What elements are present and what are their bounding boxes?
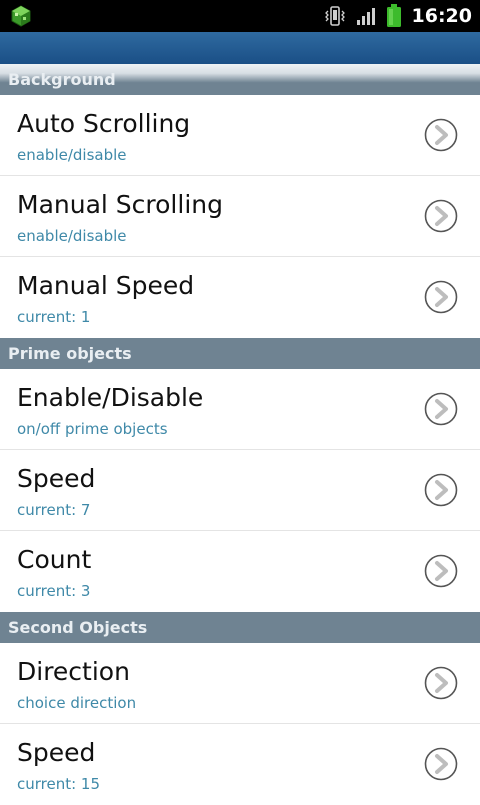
preference-summary: enable/disable bbox=[17, 227, 127, 245]
preference-title: Manual Scrolling bbox=[17, 190, 223, 219]
preference-title: Direction bbox=[17, 657, 130, 686]
app-cube-icon bbox=[11, 5, 31, 27]
preference-title: Speed bbox=[17, 464, 96, 493]
chevron-right-circle-icon bbox=[424, 473, 458, 507]
preference-title: Auto Scrolling bbox=[17, 109, 191, 138]
preference-summary: current: 3 bbox=[17, 582, 91, 600]
preference-summary: current: 15 bbox=[17, 775, 101, 793]
preference-item-direction[interactable]: Direction choice direction bbox=[0, 643, 480, 724]
preference-item-manual-speed[interactable]: Manual Speed current: 1 bbox=[0, 257, 480, 338]
preference-item-prime-speed[interactable]: Speed current: 7 bbox=[0, 450, 480, 531]
status-bar: 16:20 bbox=[0, 0, 480, 32]
signal-icon bbox=[356, 8, 375, 25]
preference-item-count[interactable]: Count current: 3 bbox=[0, 531, 480, 612]
chevron-right-circle-icon bbox=[424, 666, 458, 700]
preference-item-auto-scrolling[interactable]: Auto Scrolling enable/disable bbox=[0, 95, 480, 176]
preference-item-manual-scrolling[interactable]: Manual Scrolling enable/disable bbox=[0, 176, 480, 257]
battery-icon bbox=[386, 4, 401, 27]
preference-title: Speed bbox=[17, 738, 96, 767]
preference-item-second-speed[interactable]: Speed current: 15 bbox=[0, 724, 480, 805]
section-header-prime-objects: Prime objects bbox=[0, 338, 480, 369]
preference-list: Background Auto Scrolling enable/disable… bbox=[0, 64, 480, 805]
preference-title: Count bbox=[17, 545, 92, 574]
preference-title: Enable/Disable bbox=[17, 383, 204, 412]
chevron-right-circle-icon bbox=[424, 554, 458, 588]
chevron-right-circle-icon bbox=[424, 199, 458, 233]
chevron-right-circle-icon bbox=[424, 280, 458, 314]
preference-summary: choice direction bbox=[17, 694, 137, 712]
chevron-right-circle-icon bbox=[424, 392, 458, 426]
preference-summary: current: 1 bbox=[17, 308, 91, 326]
title-bar bbox=[0, 32, 480, 64]
status-icons: 16:20 bbox=[314, 0, 472, 32]
section-header-background: Background bbox=[0, 64, 480, 95]
preference-summary: enable/disable bbox=[17, 146, 127, 164]
preference-summary: on/off prime objects bbox=[17, 420, 168, 438]
section-header-second-objects: Second Objects bbox=[0, 612, 480, 643]
preference-title: Manual Speed bbox=[17, 271, 195, 300]
status-time: 16:20 bbox=[411, 5, 472, 27]
chevron-right-circle-icon bbox=[424, 118, 458, 152]
preference-item-enable-disable[interactable]: Enable/Disable on/off prime objects bbox=[0, 369, 480, 450]
chevron-right-circle-icon bbox=[424, 747, 458, 781]
vibrate-icon bbox=[324, 6, 345, 26]
preference-summary: current: 7 bbox=[17, 501, 91, 519]
